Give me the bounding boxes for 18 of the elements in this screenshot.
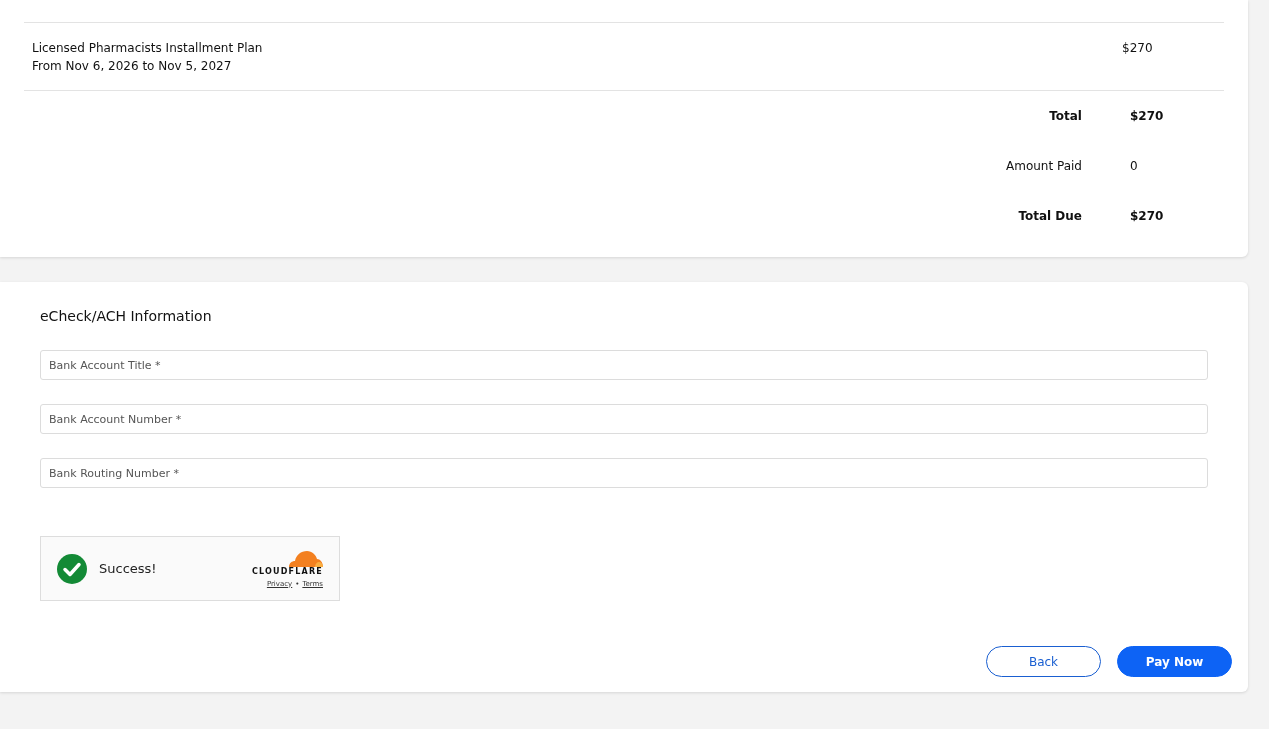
input-field[interactable]: Bank Account Title * xyxy=(40,350,1208,380)
summary-label: Total Due xyxy=(1017,209,1083,223)
summary-value: $270 xyxy=(1130,209,1165,223)
input-field[interactable]: Bank Account Number * xyxy=(40,404,1208,434)
section-title: eCheck/ACH Information xyxy=(40,307,213,326)
status-text: Success! xyxy=(99,561,158,576)
check-icon xyxy=(57,553,87,584)
summary-value: $270 xyxy=(1130,109,1165,123)
back-button[interactable]: Back xyxy=(986,646,1101,677)
summary-value: 0 xyxy=(1130,159,1139,173)
brand-name: CLOUDFLARE xyxy=(252,566,323,576)
summary-label: Amount Paid xyxy=(1005,159,1083,173)
summary-label: Total xyxy=(1048,109,1083,123)
item-amount: $270 xyxy=(1122,41,1153,55)
item-period: From Nov 6, 2026 to Nov 5, 2027 xyxy=(32,58,233,75)
item-name: Licensed Pharmacists Installment Plan xyxy=(32,40,264,57)
pay-button[interactable]: Pay Now xyxy=(1117,646,1232,677)
input-field[interactable]: Bank Routing Number * xyxy=(40,458,1208,488)
